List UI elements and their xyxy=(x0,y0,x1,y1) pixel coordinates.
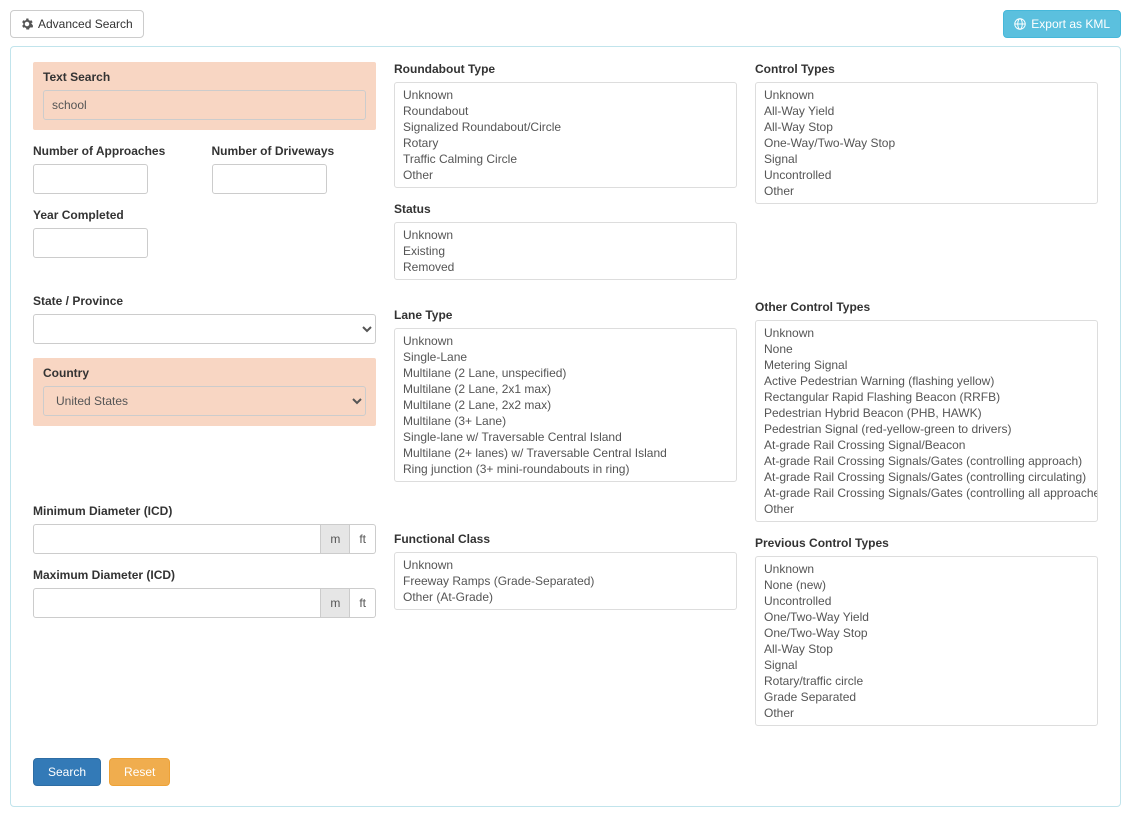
max-diameter-unit-ft[interactable]: ft xyxy=(350,588,376,618)
list-option[interactable]: Rectangular Rapid Flashing Beacon (RRFB) xyxy=(760,389,1093,405)
list-option[interactable]: None (new) xyxy=(760,577,1093,593)
lane-type-label: Lane Type xyxy=(394,308,737,322)
list-option[interactable]: Single-lane w/ Traversable Central Islan… xyxy=(399,429,732,445)
text-search-input[interactable] xyxy=(43,90,366,120)
list-option[interactable]: One/Two-Way Stop xyxy=(760,625,1093,641)
prev-control-label: Previous Control Types xyxy=(755,536,1098,550)
list-option[interactable]: Active Pedestrian Warning (flashing yell… xyxy=(760,373,1093,389)
status-list[interactable]: UnknownExistingRemoved xyxy=(394,222,737,280)
list-option[interactable]: Uncontrolled xyxy=(760,167,1093,183)
text-search-group: Text Search xyxy=(33,62,376,130)
list-option[interactable]: Multilane (2+ lanes) w/ Traversable Cent… xyxy=(399,445,732,461)
country-label: Country xyxy=(43,366,366,380)
list-option[interactable]: All-Way Stop xyxy=(760,641,1093,657)
list-option[interactable]: Pedestrian Signal (red-yellow-green to d… xyxy=(760,421,1093,437)
export-kml-button[interactable]: Export as KML xyxy=(1003,10,1121,38)
control-types-label: Control Types xyxy=(755,62,1098,76)
list-option[interactable]: Single-Lane xyxy=(399,349,732,365)
advanced-search-label: Advanced Search xyxy=(38,17,133,31)
search-button[interactable]: Search xyxy=(33,758,101,786)
max-diameter-unit-m[interactable]: m xyxy=(321,588,350,618)
list-option[interactable]: Unknown xyxy=(760,561,1093,577)
country-select[interactable]: United States xyxy=(43,386,366,416)
list-option[interactable]: All-Way Stop xyxy=(760,119,1093,135)
list-option[interactable]: Signalized Roundabout/Circle xyxy=(399,119,732,135)
text-search-label: Text Search xyxy=(43,70,366,84)
list-option[interactable]: Other xyxy=(760,705,1093,721)
lane-type-list[interactable]: UnknownSingle-LaneMultilane (2 Lane, uns… xyxy=(394,328,737,482)
list-option[interactable]: Multilane (2 Lane, 2x2 max) xyxy=(399,397,732,413)
list-option[interactable]: One-Way/Two-Way Stop xyxy=(760,135,1093,151)
country-group: Country United States xyxy=(33,358,376,426)
roundabout-type-label: Roundabout Type xyxy=(394,62,737,76)
num-driveways-input[interactable] xyxy=(212,164,327,194)
list-option[interactable]: One/Two-Way Yield xyxy=(760,609,1093,625)
list-option[interactable]: At-grade Rail Crossing Signals/Gates (co… xyxy=(760,485,1093,501)
min-diameter-unit-m[interactable]: m xyxy=(321,524,350,554)
other-control-label: Other Control Types xyxy=(755,300,1098,314)
list-option[interactable]: Ring junction (3+ mini-roundabouts in ri… xyxy=(399,461,732,477)
year-completed-input[interactable] xyxy=(33,228,148,258)
list-option[interactable]: Signal xyxy=(760,151,1093,167)
list-option[interactable]: Multilane (2 Lane, unspecified) xyxy=(399,365,732,381)
advanced-search-button[interactable]: Advanced Search xyxy=(10,10,144,38)
list-option[interactable]: Multilane (2 Lane, 2x1 max) xyxy=(399,381,732,397)
reset-button[interactable]: Reset xyxy=(109,758,170,786)
list-option[interactable]: Rotary xyxy=(399,135,732,151)
list-option[interactable]: Unknown xyxy=(399,557,732,573)
list-option[interactable]: Other xyxy=(760,183,1093,199)
year-completed-label: Year Completed xyxy=(33,208,376,222)
functional-class-label: Functional Class xyxy=(394,532,737,546)
other-control-list[interactable]: UnknownNoneMetering SignalActive Pedestr… xyxy=(755,320,1098,522)
state-province-select[interactable] xyxy=(33,314,376,344)
roundabout-type-list[interactable]: UnknownRoundaboutSignalized Roundabout/C… xyxy=(394,82,737,188)
num-driveways-label: Number of Driveways xyxy=(212,144,377,158)
list-option[interactable]: All-Way Yield xyxy=(760,103,1093,119)
prev-control-list[interactable]: UnknownNone (new)UncontrolledOne/Two-Way… xyxy=(755,556,1098,726)
gear-icon xyxy=(21,18,33,30)
list-option[interactable]: Removed xyxy=(399,259,732,275)
list-option[interactable]: Traffic Calming Circle xyxy=(399,151,732,167)
list-option[interactable]: Uncontrolled xyxy=(760,593,1093,609)
list-option[interactable]: At-grade Rail Crossing Signals/Gates (co… xyxy=(760,453,1093,469)
list-option[interactable]: Signal xyxy=(760,657,1093,673)
list-option[interactable]: At-grade Rail Crossing Signals/Gates (co… xyxy=(760,469,1093,485)
list-option[interactable]: Other xyxy=(760,501,1093,517)
list-option[interactable]: Roundabout xyxy=(399,103,732,119)
export-kml-label: Export as KML xyxy=(1031,17,1110,31)
list-option[interactable]: Multilane (3+ Lane) xyxy=(399,413,732,429)
list-option[interactable]: None xyxy=(760,341,1093,357)
status-label: Status xyxy=(394,202,737,216)
min-diameter-unit-ft[interactable]: ft xyxy=(350,524,376,554)
list-option[interactable]: Unknown xyxy=(399,227,732,243)
max-diameter-label: Maximum Diameter (ICD) xyxy=(33,568,376,582)
list-option[interactable]: Freeway Ramps (Grade-Separated) xyxy=(399,573,732,589)
list-option[interactable]: Grade Separated xyxy=(760,689,1093,705)
list-option[interactable]: Metering Signal xyxy=(760,357,1093,373)
min-diameter-label: Minimum Diameter (ICD) xyxy=(33,504,376,518)
list-option[interactable]: Unknown xyxy=(760,325,1093,341)
min-diameter-input[interactable] xyxy=(33,524,321,554)
num-approaches-input[interactable] xyxy=(33,164,148,194)
list-option[interactable]: Pedestrian Hybrid Beacon (PHB, HAWK) xyxy=(760,405,1093,421)
list-option[interactable]: Other xyxy=(399,167,732,183)
control-types-list[interactable]: UnknownAll-Way YieldAll-Way StopOne-Way/… xyxy=(755,82,1098,204)
list-option[interactable]: At-grade Rail Crossing Signal/Beacon xyxy=(760,437,1093,453)
functional-class-list[interactable]: UnknownFreeway Ramps (Grade-Separated)Ot… xyxy=(394,552,737,610)
list-option[interactable]: Existing xyxy=(399,243,732,259)
num-approaches-label: Number of Approaches xyxy=(33,144,198,158)
state-province-label: State / Province xyxy=(33,294,376,308)
list-option[interactable]: Other (At-Grade) xyxy=(399,589,732,605)
list-option[interactable]: Unknown xyxy=(399,87,732,103)
list-option[interactable]: Rotary/traffic circle xyxy=(760,673,1093,689)
globe-icon xyxy=(1014,18,1026,30)
max-diameter-input[interactable] xyxy=(33,588,321,618)
list-option[interactable]: Unknown xyxy=(399,333,732,349)
list-option[interactable]: Unknown xyxy=(760,87,1093,103)
search-panel: Text Search Number of Approaches Number … xyxy=(10,46,1121,807)
